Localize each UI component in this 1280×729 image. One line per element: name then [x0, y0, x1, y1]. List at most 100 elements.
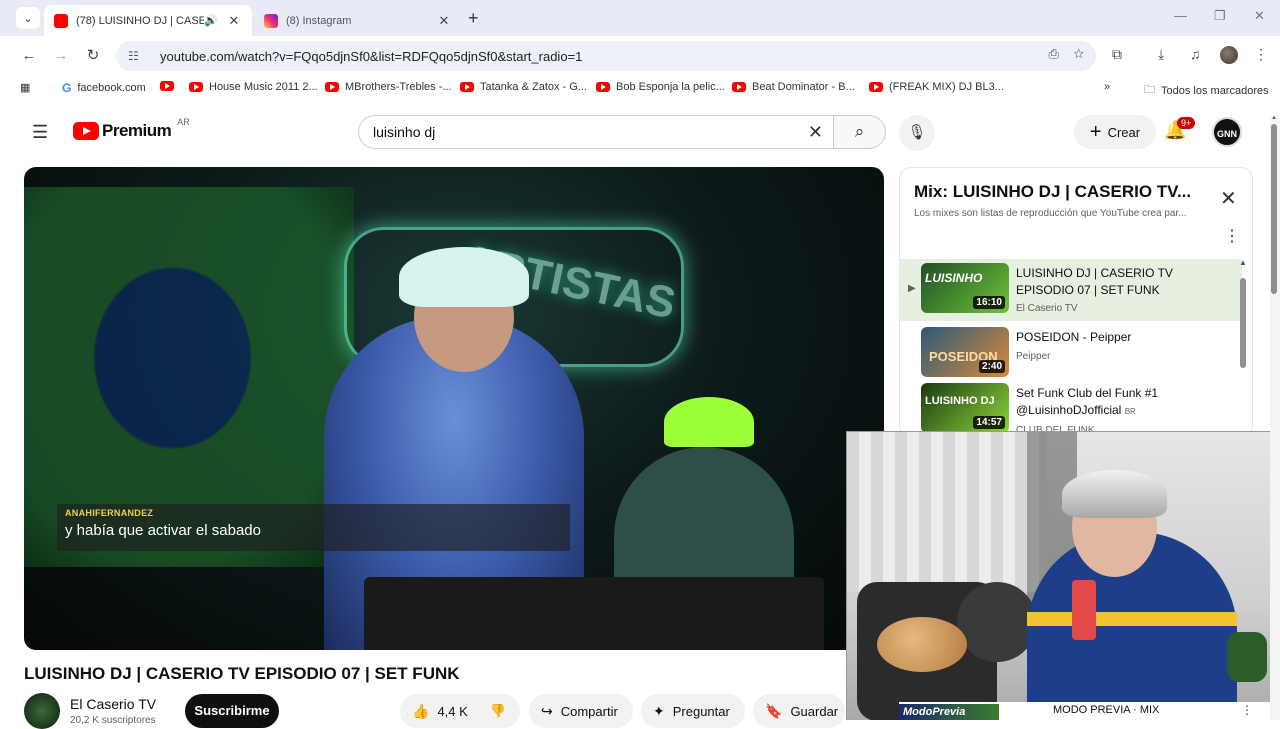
webcam-overlay: ModoPrevia MODO PREVIA · MIX ⋮: [846, 431, 1280, 720]
new-tab-button[interactable]: +: [468, 8, 479, 29]
item-channel: Peipper: [1016, 351, 1051, 362]
extensions-icon[interactable]: ⧉: [1112, 46, 1122, 63]
item-title: LUISINHO DJ | CASERIO TV EPISODIO 07 | S…: [1016, 266, 1173, 297]
channel-name[interactable]: El Caserio TV: [70, 696, 156, 712]
profile-avatar[interactable]: [1220, 46, 1238, 64]
item-channel: El Caserio TV: [1016, 303, 1078, 314]
caption-speaker: ANAHIFERNANDEZ: [65, 508, 154, 518]
minimize-icon[interactable]: —: [1174, 8, 1187, 23]
green-cap: [664, 397, 754, 447]
caption-text: y había que activar el sabado: [65, 522, 261, 539]
ask-button[interactable]: ✦ Preguntar: [641, 694, 745, 728]
close-tab-icon[interactable]: ✕: [226, 13, 242, 29]
all-bookmarks[interactable]: 🗀 Todos los marcadores: [1144, 81, 1269, 100]
bookmark-icon: 🔖: [765, 702, 783, 719]
close-tab-icon[interactable]: ✕: [436, 13, 452, 29]
microphone: [1072, 580, 1096, 640]
scroll-up-icon[interactable]: ▲: [1239, 258, 1247, 267]
youtube-logo[interactable]: Premium AR: [73, 117, 190, 141]
menu-icon[interactable]: ☰: [32, 122, 48, 143]
channel-avatar[interactable]: [24, 693, 60, 729]
dj-deck: [364, 577, 824, 650]
bookmark-item[interactable]: Beat Dominator - B...: [732, 81, 855, 93]
search-value: luisinho dj: [373, 124, 436, 140]
address-bar[interactable]: ☷ youtube.com/watch?v=FQqo5djnSf0&list=R…: [116, 41, 1096, 71]
tab-search-button[interactable]: ⌄: [16, 7, 40, 29]
bookmark-item[interactable]: Bob Esponja la pelic...: [596, 81, 725, 93]
bookmark-label: House Music 2011 2...: [209, 81, 318, 93]
clear-search-icon[interactable]: ✕: [808, 122, 823, 143]
more-menu-icon[interactable]: ⋮: [1254, 46, 1268, 63]
more-bookmarks-icon[interactable]: »: [1104, 81, 1110, 93]
account-avatar[interactable]: GNN: [1212, 117, 1242, 147]
video-player[interactable]: ARTISTAS ANAHIFERNANDEZ y había que acti…: [24, 167, 884, 650]
tab-instagram[interactable]: (8) Instagram ✕: [254, 5, 462, 36]
bookmarks-bar: ▦ Gfacebook.com House Music 2011 2... MB…: [0, 76, 1280, 100]
subscribe-button[interactable]: Suscribirme: [185, 694, 279, 728]
dislike-icon[interactable]: 👎: [490, 703, 506, 719]
bookmark-label: Beat Dominator - B...: [752, 81, 855, 93]
next-title-text: MODO PREVIA: [1053, 704, 1131, 716]
restore-icon[interactable]: ❐: [1214, 8, 1226, 24]
share-button[interactable]: ↪ Compartir: [529, 694, 633, 728]
bookmark-item[interactable]: Tatanka & Zatox - G...: [460, 81, 587, 93]
playlist-item[interactable]: POSEIDON 2:40 POSEIDON - Peipper Peipper: [900, 323, 1242, 385]
forward-icon[interactable]: →: [50, 45, 72, 67]
google-icon: G: [62, 81, 72, 95]
youtube-icon: [869, 82, 883, 92]
bookmark-star-icon[interactable]: ☆: [1073, 46, 1084, 61]
playlist-scrollbar[interactable]: [1240, 268, 1246, 428]
install-icon[interactable]: ⎙: [1049, 46, 1059, 61]
apps-icon[interactable]: ▦: [20, 81, 30, 94]
dj-bucket-hat: [399, 247, 529, 307]
site-info-icon[interactable]: ☷: [128, 49, 148, 63]
save-button[interactable]: 🔖 Guardar: [753, 694, 845, 728]
video-thumbnail: POSEIDON 2:40: [921, 327, 1009, 377]
bookmark-item[interactable]: (FREAK MIX) DJ BL3...: [869, 81, 1004, 93]
speaker-icon[interactable]: 🔊: [204, 14, 218, 27]
tab-strip: ⌄ (78) LUISINHO DJ | CASERIO 🔊 ✕ (8) Ins…: [0, 0, 1280, 36]
tab-youtube[interactable]: (78) LUISINHO DJ | CASERIO 🔊 ✕: [44, 5, 252, 36]
bookmark-item[interactable]: Gfacebook.com: [62, 81, 146, 95]
close-window-icon[interactable]: ✕: [1254, 8, 1265, 24]
playlist-item[interactable]: LUISINHO DJ 14:57 Set Funk Club del Funk…: [900, 379, 1242, 436]
scrollbar-thumb[interactable]: [1240, 278, 1246, 368]
video-caption: ANAHIFERNANDEZ y había que activar el sa…: [57, 504, 570, 551]
like-icon[interactable]: 👍: [412, 703, 429, 720]
bookmark-label: (FREAK MIX) DJ BL3...: [889, 81, 1004, 93]
sparkle-icon: ✦: [653, 702, 665, 719]
create-label: Crear: [1107, 124, 1141, 140]
search-button[interactable]: ⌕: [834, 115, 886, 149]
toolbar: ← → ↻ ☷ youtube.com/watch?v=FQqo5djnSf0&…: [0, 36, 1280, 76]
bookmark-item[interactable]: [160, 81, 180, 91]
playlist-title[interactable]: Mix: LUISINHO DJ | CASERIO TV...: [914, 182, 1191, 202]
bookmark-item[interactable]: MBrothers-Trebles -...: [325, 81, 452, 93]
playlist-item[interactable]: ▶ LUISINHO 16:10 LUISINHO DJ | CASERIO T…: [900, 259, 1242, 321]
download-icon[interactable]: ⤓: [1158, 46, 1164, 63]
now-playing-icon: ▶: [908, 283, 916, 294]
bookmark-item[interactable]: House Music 2011 2...: [189, 81, 318, 93]
fan: [957, 582, 1037, 662]
search-input[interactable]: luisinho dj ✕: [358, 115, 834, 149]
all-bookmarks-label: Todos los marcadores: [1161, 84, 1269, 97]
media-control-icon[interactable]: ♫: [1190, 46, 1201, 62]
page-scrollbar[interactable]: ▲: [1270, 115, 1280, 720]
next-video-more-icon[interactable]: ⋮: [1241, 703, 1253, 717]
scroll-up-icon[interactable]: ▲: [1271, 115, 1277, 121]
duration-badge: 2:40: [978, 360, 1005, 373]
back-icon[interactable]: ←: [18, 45, 40, 67]
item-title-text: Set Funk Club del Funk #1 @LuisinhoDJoff…: [1016, 386, 1159, 417]
create-button[interactable]: + Crear: [1074, 115, 1156, 149]
like-count[interactable]: 4,4 K: [437, 704, 467, 719]
next-channel-text: MIX: [1139, 704, 1160, 716]
country-badge: BR: [1124, 407, 1136, 416]
voice-search-button[interactable]: 🎙: [899, 115, 935, 151]
reload-icon[interactable]: ↻: [82, 45, 104, 67]
playlist-subtitle: Los mixes son listas de reproducción que…: [914, 208, 1187, 219]
close-panel-icon[interactable]: ✕: [1220, 186, 1237, 211]
shirt-stripe: [1027, 612, 1237, 626]
next-video-card[interactable]: ModoPrevia MODO PREVIA · MIX ⋮: [899, 702, 1280, 720]
panel-more-icon[interactable]: ⋮: [1224, 226, 1240, 246]
page-scrollbar-thumb[interactable]: [1271, 124, 1277, 294]
share-label: Compartir: [560, 703, 618, 719]
